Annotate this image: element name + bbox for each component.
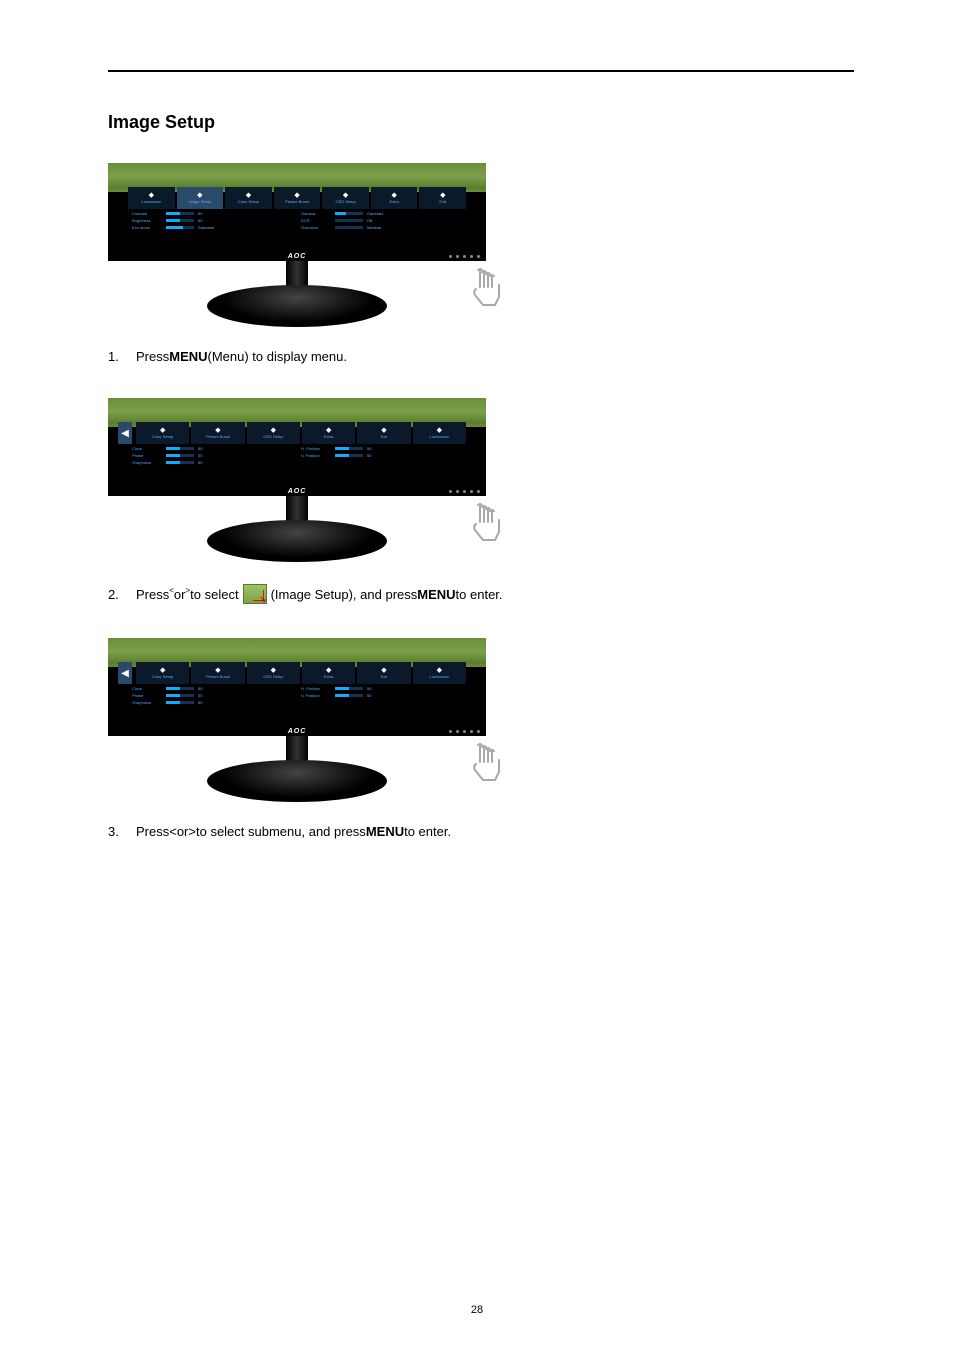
osd-tab: ◆Luminance [128,187,175,209]
osd-tab: ◆Exit [419,187,466,209]
osd-body: Clock50 Phase50 Sharpness50 H. Position50 V… [128,684,466,710]
osd-tab: ◆Extra [371,187,418,209]
step-2-mid: to select [190,587,238,602]
osd-row: Sharpness50 [132,700,293,705]
image-setup-icon [243,584,267,604]
figure-1: ◆Luminance◆Image Setup◆Color Setup◆Pictu… [108,163,500,331]
osd-body: Contrast50 Brightness50 Eco modeStandard G… [128,209,466,235]
osd-tab-bar: ◆Luminance◆Image Setup◆Color Setup◆Pictu… [128,187,466,209]
step-3-gt: > [188,824,196,839]
step-3-or: or [177,824,189,839]
brand-logo: AOC [288,488,307,495]
step-3-lt: < [169,824,177,839]
step-1-menu: MENU [169,349,207,364]
osd-tab: ◆Color Setup [225,187,272,209]
osd-tab: ◆OSD Setup [247,662,300,684]
section-title: Image Setup [108,112,854,133]
osd-body: Clock50 Phase50 Sharpness50 H. Position50 V… [128,444,466,470]
step-1: 1. Press MENU (Menu) to display menu. [108,349,854,364]
osd-tab: ◆Exit [357,422,410,444]
step-2-img-label: (Image Setup), and press [271,587,418,602]
osd-tab: ◆OSD Setup [322,187,369,209]
osd-tab-bar: ◆Color Setup◆Picture Boost◆OSD Setup◆Ext… [136,662,466,684]
osd-row: Eco modeStandard [132,225,293,230]
monitor-buttons [449,490,480,493]
osd-row: DCROff [301,218,462,223]
monitor-buttons [449,255,480,258]
step-1-post: (Menu) to display menu. [208,349,347,364]
osd-tab: ◆OSD Setup [247,422,300,444]
osd-row: H. Position50 [301,446,462,451]
osd-arrow-left-icon: ◀ [118,662,132,684]
osd-row: H. Position50 [301,686,462,691]
brand-logo: AOC [288,728,307,735]
step-3: 3. Press < or > to select submenu, and p… [108,824,854,839]
osd-tab: ◆Picture Boost [274,187,321,209]
monitor-screen-3: ◀ ◆Color Setup◆Picture Boost◆OSD Setup◆E… [108,638,486,728]
osd-row: GammaGamma1 [301,211,462,216]
step-2-or: or [174,587,186,602]
monitor-stand [108,496,486,566]
osd-row: Clock50 [132,446,293,451]
step-2-num: 2. [108,587,136,602]
monitor-buttons [449,730,480,733]
step-3-post: to enter. [404,824,451,839]
step-3-pre: Press [136,824,169,839]
osd-tab: ◆Picture Boost [191,662,244,684]
osd-tab: ◆Exit [357,662,410,684]
step-3-num: 3. [108,824,136,839]
page-number: 28 [0,1304,954,1316]
osd-row: Clock50 [132,686,293,691]
step-2-menu: MENU [417,587,455,602]
top-rule [108,70,854,72]
osd-row: Sharpness50 [132,460,293,465]
step-2-post: to enter. [456,587,503,602]
osd-row: Brightness50 [132,218,293,223]
hand-icon [462,738,510,786]
osd-tab: ◆Picture Boost [191,422,244,444]
monitor-bezel: AOC [108,488,486,496]
hand-icon [462,498,510,546]
hand-icon [462,263,510,311]
osd-row: V. Position50 [301,693,462,698]
brand-logo: AOC [288,253,307,260]
osd-tab: ◆Color Setup [136,662,189,684]
figure-3: ◀ ◆Color Setup◆Picture Boost◆OSD Setup◆E… [108,638,500,806]
osd-tab: ◆Luminance [413,662,466,684]
osd-tab: ◆Luminance [413,422,466,444]
step-2: 2. Press < or > to select (Image Setup),… [108,584,854,604]
monitor-bezel: AOC [108,728,486,736]
monitor-screen-2: ◀ ◆Color Setup◆Picture Boost◆OSD Setup◆E… [108,398,486,488]
step-3-menu: MENU [366,824,404,839]
osd-tab-bar: ◆Color Setup◆Picture Boost◆OSD Setup◆Ext… [136,422,466,444]
osd-row: OverdriveMedium [301,225,462,230]
monitor-bezel: AOC [108,253,486,261]
osd-tab: ◆Image Setup [177,187,224,209]
osd-arrow-left-icon: ◀ [118,422,132,444]
osd-tab: ◆Extra [302,662,355,684]
osd-row: Phase50 [132,453,293,458]
osd-tab: ◆Color Setup [136,422,189,444]
osd-tab: ◆Extra [302,422,355,444]
monitor-screen-1: ◆Luminance◆Image Setup◆Color Setup◆Pictu… [108,163,486,253]
monitor-stand [108,736,486,806]
step-3-mid: to select submenu, and press [196,824,366,839]
osd-row: Phase50 [132,693,293,698]
figure-2: ◀ ◆Color Setup◆Picture Boost◆OSD Setup◆E… [108,398,500,566]
osd-row: Contrast50 [132,211,293,216]
step-1-num: 1. [108,349,136,364]
step-1-pre: Press [136,349,169,364]
monitor-stand [108,261,486,331]
osd-row: V. Position50 [301,453,462,458]
step-2-pre: Press [136,587,169,602]
